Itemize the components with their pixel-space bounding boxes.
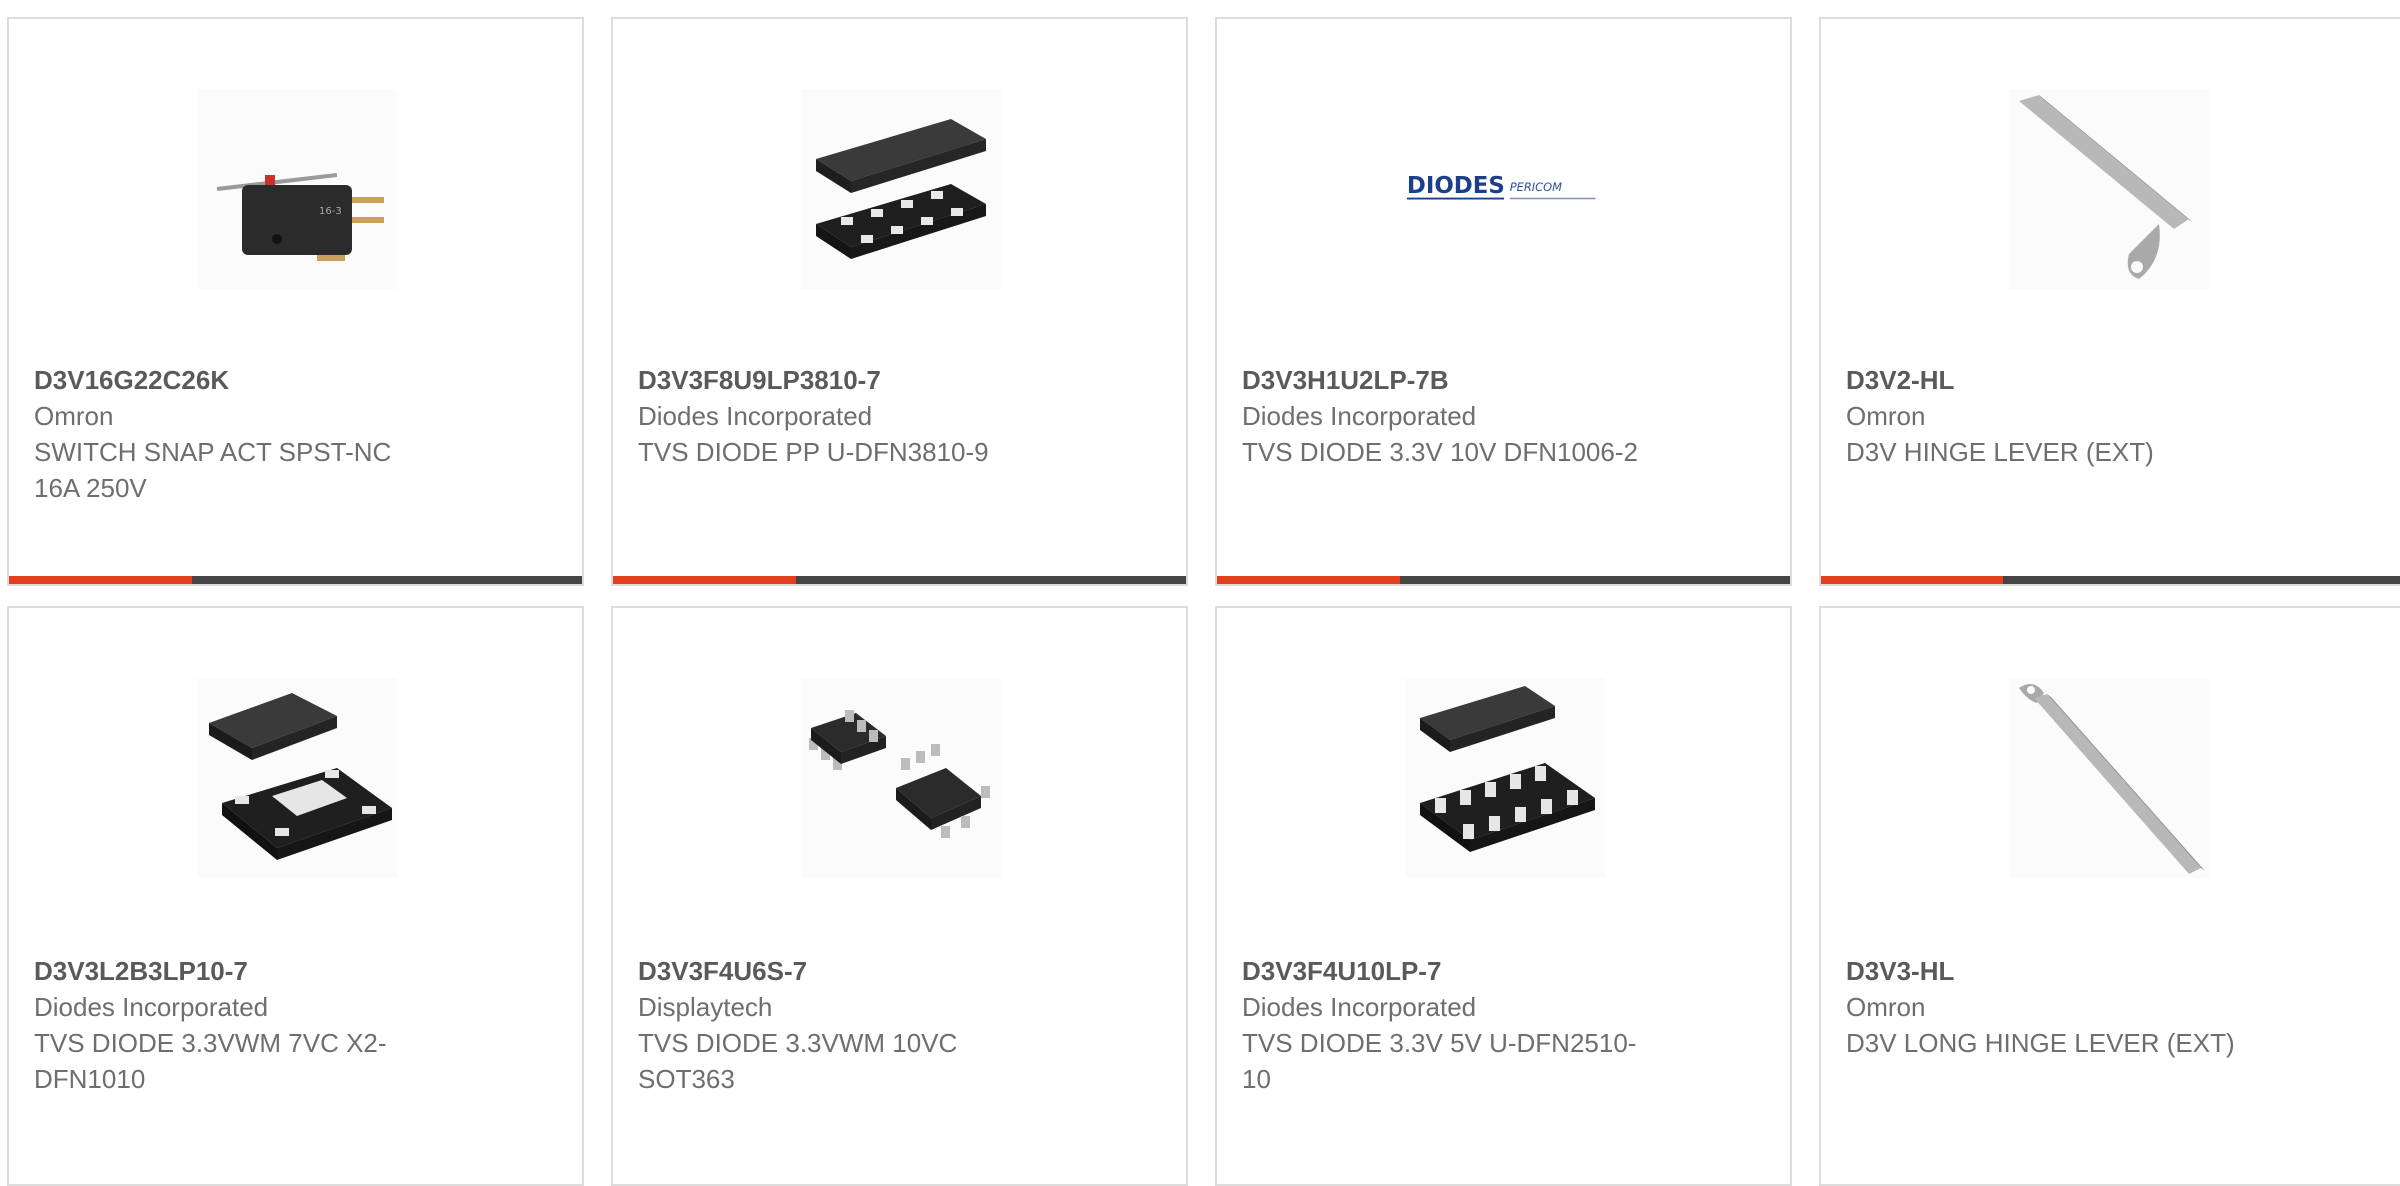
udfn-package-icon: [1420, 686, 1595, 852]
progress-bar: [613, 576, 1186, 584]
product-card[interactable]: D3V2-HL Omron D3V HINGE LEVER (EXT): [1819, 17, 2400, 586]
description: TVS DIODE 3.3VWM 7VC X2-DFN1010: [34, 1028, 387, 1094]
part-number[interactable]: D3V3F4U10LP-7: [1242, 953, 1662, 989]
manufacturer: Diodes Incorporated: [1242, 992, 1477, 1022]
description: TVS DIODE 3.3V 5V U-DFN2510-10: [1242, 1028, 1637, 1094]
product-thumbnail[interactable]: 16-3: [197, 89, 397, 289]
snap-switch-icon: 16-3: [216, 173, 384, 261]
product-thumbnail[interactable]: [197, 678, 397, 878]
progress-fill: [1821, 576, 2003, 584]
long-hinge-lever-icon: [2019, 684, 2205, 874]
progress-fill: [613, 576, 797, 584]
product-thumbnail[interactable]: [801, 678, 1001, 878]
product-thumbnail[interactable]: [2009, 89, 2209, 289]
description: TVS DIODE 3.3VWM 10VC SOT363: [638, 1028, 958, 1094]
hinge-lever-icon: [2019, 95, 2193, 279]
part-number[interactable]: D3V16G22C26K: [34, 362, 454, 398]
product-card[interactable]: D3V3F4U6S-7 Displaytech TVS DIODE 3.3VWM…: [611, 606, 1188, 1186]
product-card[interactable]: 16-3 D3V16G22C26K Omron SWITCH SNAP ACT …: [7, 17, 584, 586]
dfn-package-icon: [816, 119, 986, 259]
sot363-package-icon: [809, 710, 990, 838]
product-thumbnail[interactable]: [2009, 678, 2209, 878]
product-card[interactable]: D3V3F4U10LP-7 Diodes Incorporated TVS DI…: [1215, 606, 1792, 1186]
product-thumbnail[interactable]: DIODES PERICOM: [1405, 89, 1605, 289]
part-number[interactable]: D3V3H1U2LP-7B: [1242, 362, 1662, 398]
x2-dfn-package-icon: [209, 693, 392, 860]
part-number[interactable]: D3V3F8U9LP3810-7: [638, 362, 1058, 398]
manufacturer: Omron: [1846, 401, 1926, 431]
part-number[interactable]: D3V3-HL: [1846, 953, 2266, 989]
manufacturer: Diodes Incorporated: [34, 992, 269, 1022]
progress-fill: [1217, 576, 1401, 584]
description: TVS DIODE PP U-DFN3810-9: [638, 437, 989, 467]
diodes-pericom-logo-icon: DIODES PERICOM: [1406, 173, 1596, 200]
manufacturer: Diodes Incorporated: [1242, 401, 1477, 431]
manufacturer: Diodes Incorporated: [638, 401, 873, 431]
product-card[interactable]: D3V3-HL Omron D3V LONG HINGE LEVER (EXT): [1819, 606, 2400, 1186]
description: D3V HINGE LEVER (EXT): [1846, 437, 2154, 467]
part-number[interactable]: D3V2-HL: [1846, 362, 2266, 398]
product-thumbnail[interactable]: [801, 89, 1001, 289]
product-card[interactable]: D3V3F8U9LP3810-7 Diodes Incorporated TVS…: [611, 17, 1188, 586]
part-number[interactable]: D3V3F4U6S-7: [638, 953, 1058, 989]
product-grid: 16-3 D3V16G22C26K Omron SWITCH SNAP ACT …: [0, 0, 2400, 1186]
manufacturer: Omron: [1846, 992, 1926, 1022]
product-card[interactable]: D3V3L2B3LP10-7 Diodes Incorporated TVS D…: [7, 606, 584, 1186]
logo-text-diodes: DIODES: [1407, 173, 1505, 199]
product-thumbnail[interactable]: [1405, 678, 1605, 878]
description: TVS DIODE 3.3V 10V DFN1006-2: [1242, 437, 1638, 467]
description: SWITCH SNAP ACT SPST-NC 16A 250V: [34, 437, 392, 503]
progress-bar: [1217, 576, 1790, 584]
logo-text-pericom: PERICOM: [1510, 180, 1562, 194]
manufacturer: Displaytech: [638, 992, 773, 1022]
progress-fill: [9, 576, 193, 584]
description: D3V LONG HINGE LEVER (EXT): [1846, 1028, 2235, 1058]
svg-text:16-3: 16-3: [319, 206, 342, 217]
manufacturer: Omron: [34, 401, 114, 431]
product-card[interactable]: DIODES PERICOM D3V3H1U2LP-7B Diodes Inco…: [1215, 17, 1792, 586]
progress-bar: [9, 576, 582, 584]
part-number[interactable]: D3V3L2B3LP10-7: [34, 953, 454, 989]
progress-bar: [1821, 576, 2400, 584]
